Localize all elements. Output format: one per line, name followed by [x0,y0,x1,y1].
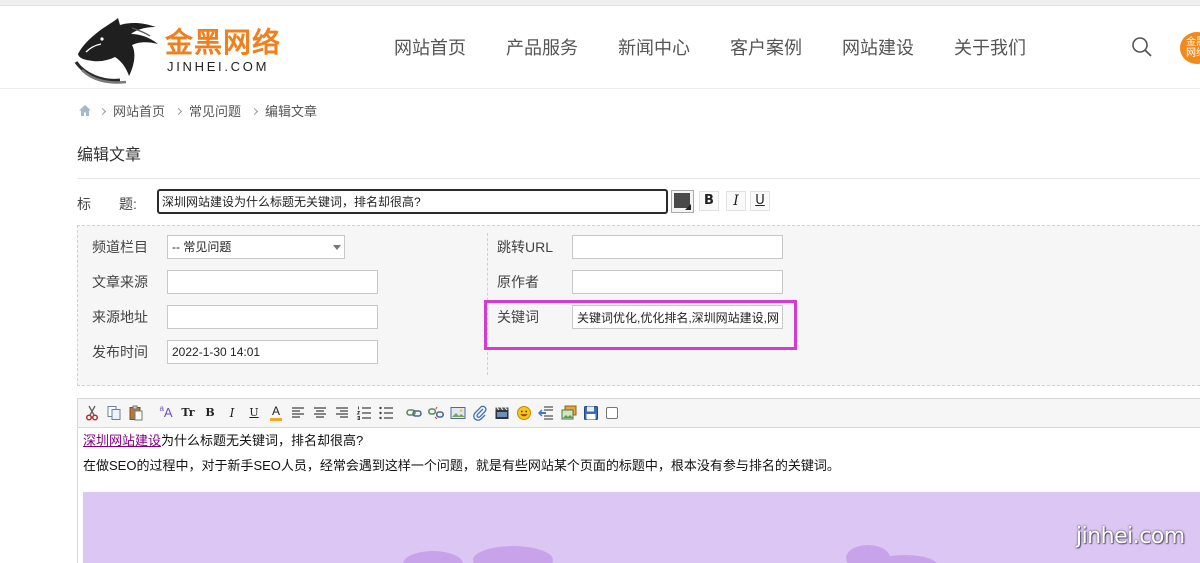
unordered-list-icon[interactable] [377,404,395,422]
underline-icon[interactable]: U [245,404,263,422]
title-underline-button[interactable]: U [750,191,770,211]
brand-badge-circle: 金黑 网络 [1180,32,1200,64]
keywords-input[interactable] [572,305,783,329]
nav-item-website-building[interactable]: 网站建设 [842,38,914,58]
source-label: 文章来源 [92,274,148,290]
search-icon[interactable] [1131,36,1153,58]
channel-select[interactable]: -- 常见问题 [167,235,345,259]
author-label: 原作者 [497,274,539,290]
content-line-2: 在做SEO的过程中，对于新手SEO人员，经常会遇到这样一个问题，就是有些网站某个… [83,458,840,473]
column-divider [487,233,488,375]
brand-badge-line2: 网络 [1186,48,1200,59]
breadcrumb-item-faq[interactable]: 常见问题 [189,103,241,120]
font-style-icon[interactable]: Tr [179,404,197,422]
site-header: 金黑网络 JINHEI.COM 网站首页 产品服务 新闻中心 客户案例 网站建设… [0,6,1200,89]
italic-icon[interactable]: I [223,404,241,422]
image-icon[interactable] [449,404,467,422]
title-input[interactable] [157,189,668,214]
align-right-icon[interactable] [333,404,351,422]
unlink-icon[interactable] [427,404,445,422]
breadcrumb-item-home[interactable]: 网站首页 [113,103,165,120]
cut-icon[interactable] [83,404,101,422]
bold-icon[interactable]: B [201,404,219,422]
title-bold-button[interactable]: B [699,191,719,211]
publish-time-input[interactable] [167,340,378,364]
copy-icon[interactable] [105,404,123,422]
horse-logo-icon[interactable] [74,16,160,86]
page-title: 编辑文章 [77,147,142,164]
align-left-icon[interactable] [289,404,307,422]
redirect-url-input[interactable] [572,235,783,259]
source-input[interactable] [167,270,378,294]
brand-badge-line1: 金黑 [1186,37,1200,48]
color-picker-icon[interactable] [671,190,694,213]
redirect-url-label: 跳转URL [497,239,554,255]
paste-icon[interactable] [127,404,145,422]
nav-item-about[interactable]: 关于我们 [954,38,1026,58]
content-link[interactable]: 深圳网站建设 [83,433,161,448]
content-line-1-text: 为什么标题无关键词，排名却很高? [161,433,364,448]
nav-item-cases[interactable]: 客户案例 [730,38,802,58]
gallery-icon[interactable] [560,404,578,422]
chevron-right-icon [98,107,107,116]
chevron-right-icon [174,107,183,116]
font-color-bar [270,418,282,421]
font-size-icon[interactable]: aA [157,404,175,422]
watermark: jinhei.com [1076,524,1185,549]
brand-badge[interactable]: 金黑 网络 [1180,32,1200,64]
author-input[interactable] [572,270,783,294]
video-icon[interactable] [493,404,511,422]
title-italic-button[interactable]: I [726,191,746,211]
nav-item-news[interactable]: 新闻中心 [618,38,690,58]
title-divider [77,178,1200,179]
editor-toolbar: aA Tr B I U A [77,398,1200,428]
ordered-list-icon[interactable] [355,404,373,422]
emoji-icon[interactable] [515,404,533,422]
home-icon[interactable] [78,104,92,117]
brand-name-cn[interactable]: 金黑网络 [165,27,281,59]
save-icon[interactable] [582,404,600,422]
font-color-glyph: A [271,404,280,418]
insert-layer-icon[interactable] [537,404,555,422]
nav-item-products[interactable]: 产品服务 [506,38,578,58]
content-line-1: 深圳网站建设为什么标题无关键词，排名却很高? [83,432,363,450]
publish-time-label: 发布时间 [92,344,148,360]
breadcrumb-item-current: 编辑文章 [265,104,318,119]
link-icon[interactable] [405,404,423,422]
editor-content-area[interactable]: 深圳网站建设为什么标题无关键词，排名却很高? 在做SEO的过程中，对于新手SEO… [77,428,1200,563]
attachment-icon[interactable] [471,404,489,422]
nav-item-home[interactable]: 网站首页 [394,38,466,58]
checkbox-icon[interactable] [606,407,618,419]
source-url-input[interactable] [167,305,378,329]
article-meta-panel: 频道栏目 -- 常见问题 文章来源 来源地址 发布时间 跳转URL 原作者 关键… [77,225,1200,386]
title-label: 标 题: [77,196,137,212]
content-image[interactable] [83,492,1200,563]
font-size-glyph: A [163,405,173,420]
chevron-right-icon [250,107,259,116]
align-center-icon[interactable] [311,404,329,422]
brand-name-en[interactable]: JINHEI.COM [167,59,269,75]
font-color-icon[interactable]: A [267,404,285,422]
channel-label: 频道栏目 [92,239,148,255]
source-url-label: 来源地址 [92,309,148,325]
chevron-down-icon[interactable] [333,245,341,250]
keywords-label: 关键词 [497,309,539,325]
